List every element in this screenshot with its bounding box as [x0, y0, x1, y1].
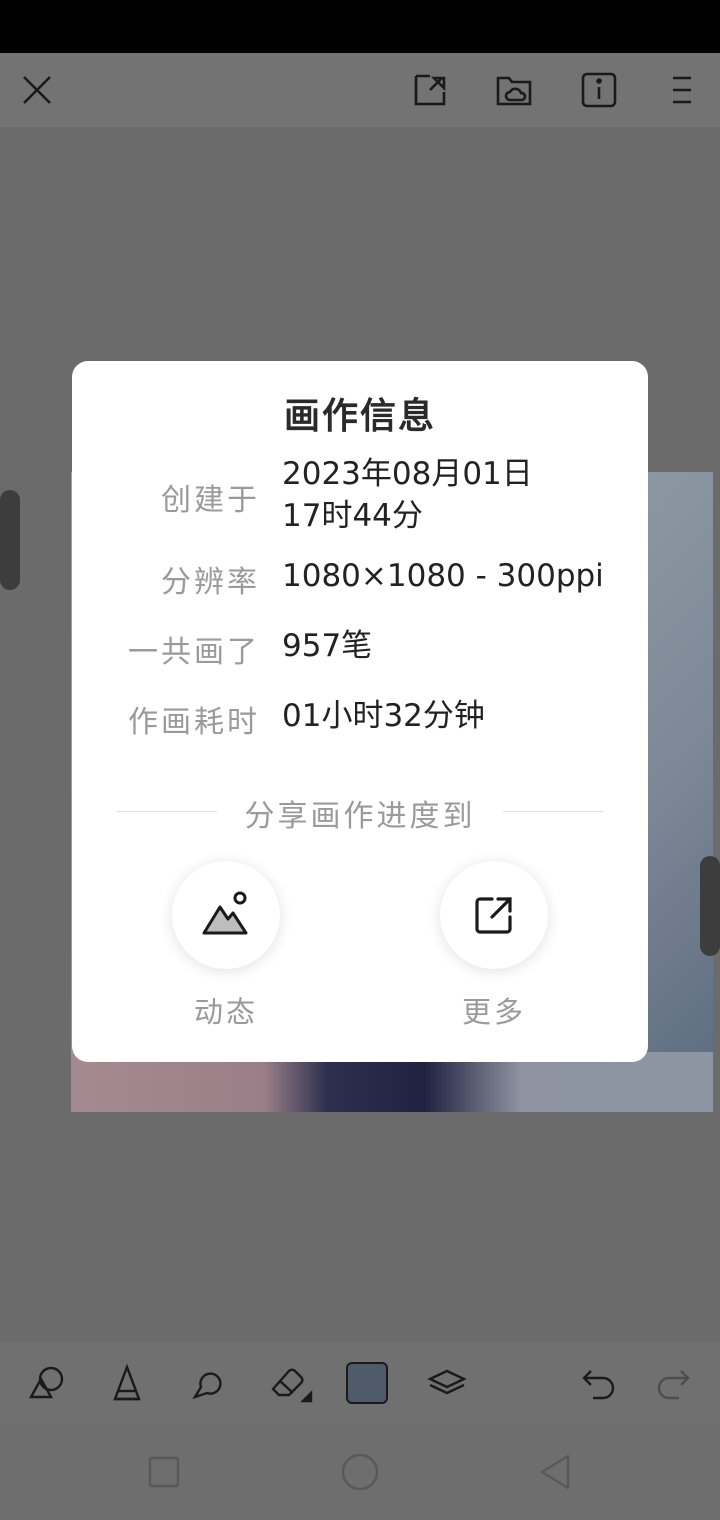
info-value: 1080×1080 - 300ppi: [282, 558, 604, 594]
right-slider-handle[interactable]: [700, 856, 720, 956]
undo-icon: [582, 1370, 615, 1400]
pencil-tool[interactable]: [97, 1342, 157, 1424]
close-button[interactable]: [7, 53, 67, 127]
top-toolbar: [0, 53, 720, 127]
recent-apps-icon: [148, 1456, 180, 1488]
info-value: 01小时32分钟: [282, 698, 485, 734]
eraser-icon: [271, 1368, 313, 1403]
smudge-icon: [192, 1372, 222, 1400]
pencil-icon: [113, 1363, 141, 1401]
shapes-tool[interactable]: [17, 1342, 77, 1424]
info-icon: [581, 72, 617, 108]
smudge-tool[interactable]: [177, 1342, 237, 1424]
redo-icon: [657, 1370, 690, 1400]
cloud-folder-button[interactable]: [484, 53, 544, 127]
external-share-icon: [475, 897, 512, 934]
close-icon: [23, 76, 51, 104]
color-swatch: [346, 1362, 388, 1404]
color-picker[interactable]: [337, 1342, 397, 1424]
info-value: 957笔: [282, 628, 373, 664]
info-label: 创建于: [161, 483, 260, 518]
home-button[interactable]: [320, 1424, 400, 1520]
info-button[interactable]: [569, 53, 629, 127]
back-button[interactable]: [516, 1424, 596, 1520]
status-bar: [0, 0, 720, 53]
layers-tool[interactable]: [417, 1342, 477, 1424]
share-feed-label: 动态: [193, 995, 258, 1029]
artwork-info-dialog: 画作信息 创建于 2023年08月01日 17时44分 分辨率 1080×108…: [72, 361, 648, 1062]
dialog-title: 画作信息: [283, 396, 436, 437]
shapes-icon: [28, 1366, 64, 1399]
share-divider: 分享画作进度到: [117, 791, 603, 834]
redo-button[interactable]: [643, 1342, 703, 1424]
info-value: 2023年08月01日 17时44分: [282, 456, 533, 534]
info-label: 一共画了: [128, 635, 260, 670]
import-icon: [414, 74, 446, 106]
menu-icon: [673, 76, 691, 104]
home-icon: [341, 1453, 379, 1491]
left-slider-handle[interactable]: [0, 490, 20, 590]
eraser-tool[interactable]: [260, 1342, 320, 1424]
share-more-circle[interactable]: [440, 861, 548, 969]
info-label: 作画耗时: [128, 705, 260, 740]
share-more-label: 更多: [461, 995, 526, 1029]
share-heading: 分享画作进度到: [244, 799, 476, 834]
mountain-image-icon: [202, 891, 248, 935]
cloud-folder-icon: [496, 76, 532, 106]
share-more-button[interactable]: 更多: [440, 861, 548, 1031]
bottom-toolbar: [0, 1342, 720, 1424]
layers-icon: [427, 1369, 467, 1395]
import-button[interactable]: [400, 53, 460, 127]
back-icon: [540, 1454, 570, 1490]
recent-apps-button[interactable]: [124, 1424, 204, 1520]
menu-button[interactable]: [652, 53, 712, 127]
share-feed-button[interactable]: 动态: [172, 861, 280, 1031]
share-feed-circle[interactable]: [172, 861, 280, 969]
undo-button[interactable]: [569, 1342, 629, 1424]
system-nav-bar: [0, 1424, 720, 1520]
info-label: 分辨率: [161, 565, 260, 600]
